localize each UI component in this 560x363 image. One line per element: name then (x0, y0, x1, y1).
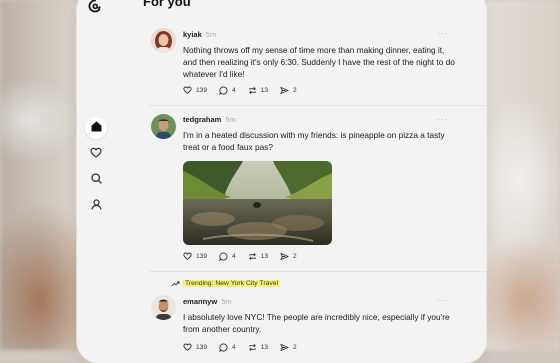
repost-count: 13 (260, 252, 269, 260)
post-text: I absolutely love NYC! The people are in… (183, 312, 450, 334)
send-icon (280, 252, 289, 260)
like-button[interactable]: 139 (183, 252, 207, 260)
username[interactable]: tedgraham (183, 115, 221, 124)
post-actions: 139 4 13 2 (183, 84, 309, 96)
like-count: 139 (196, 86, 208, 94)
threads-logo-icon[interactable] (88, 0, 102, 13)
share-count: 2 (293, 86, 297, 94)
post-text: I'm in a heated discussion with my frien… (183, 130, 445, 152)
avatar[interactable] (151, 114, 176, 139)
nav-home[interactable] (85, 117, 107, 139)
share-count: 2 (293, 343, 297, 351)
send-icon (280, 86, 289, 94)
reply-count: 4 (232, 252, 236, 260)
share-count: 2 (293, 252, 297, 260)
trending-label[interactable]: Trending: New York City Travel (171, 280, 281, 287)
comment-icon (219, 251, 228, 261)
repost-button[interactable]: 13 (248, 343, 268, 352)
divider (149, 271, 486, 272)
username[interactable]: emannyw (183, 297, 217, 306)
divider (149, 105, 486, 106)
feed: kyiak 5m ··· Nothing throws off my sense … (115, 0, 486, 363)
search-icon (90, 171, 102, 189)
comment-icon (219, 342, 228, 352)
nav-profile[interactable] (85, 195, 107, 217)
more-options-icon[interactable]: ··· (437, 296, 448, 305)
comment-icon (219, 85, 228, 95)
like-button[interactable]: 139 (183, 86, 207, 94)
home-icon (91, 119, 102, 137)
like-count: 139 (196, 343, 208, 351)
repost-icon (248, 252, 256, 260)
avatar[interactable] (151, 295, 176, 320)
heart-icon (90, 145, 102, 163)
username[interactable]: kyiak (183, 30, 202, 39)
heart-icon (183, 86, 192, 94)
person-icon (90, 197, 102, 215)
heart-icon (183, 252, 192, 260)
share-button[interactable]: 2 (280, 252, 297, 261)
avatar[interactable] (151, 28, 176, 53)
reply-button[interactable]: 4 (219, 342, 236, 352)
repost-button[interactable]: 13 (248, 252, 268, 261)
post-time: 5m (221, 297, 232, 306)
repost-count: 13 (260, 343, 269, 351)
post-author[interactable]: emannyw 5m (183, 297, 232, 306)
send-icon (280, 343, 289, 351)
trending-up-icon (171, 281, 180, 287)
repost-icon (248, 343, 256, 351)
reply-count: 4 (232, 343, 236, 351)
repost-button[interactable]: 13 (248, 86, 268, 95)
post-actions: 139 4 13 2 (183, 341, 309, 353)
nav-activity[interactable] (85, 143, 107, 165)
threads-window: For you kyiak 5m ··· Nothing throws off m… (77, 0, 486, 363)
post-time: 5m (225, 115, 236, 124)
repost-icon (248, 86, 256, 94)
reply-button[interactable]: 4 (219, 85, 236, 95)
post-time: 5m (205, 30, 217, 39)
post-author[interactable]: kyiak 5m (183, 30, 216, 39)
more-options-icon[interactable]: ··· (437, 29, 448, 38)
share-button[interactable]: 2 (280, 86, 297, 95)
more-options-icon[interactable]: ··· (437, 115, 448, 124)
sidebar-nav (77, 0, 115, 363)
reply-count: 4 (232, 86, 236, 94)
share-button[interactable]: 2 (280, 343, 297, 352)
post-image[interactable] (183, 161, 332, 245)
post-text: Nothing throws off my sense of time more… (183, 45, 455, 79)
post-author[interactable]: tedgraham 5m (183, 115, 236, 124)
reply-button[interactable]: 4 (219, 251, 236, 261)
nav-search[interactable] (85, 169, 107, 191)
like-count: 139 (196, 252, 208, 260)
trending-topic[interactable]: Trending: New York City Travel (183, 280, 281, 287)
repost-count: 13 (260, 86, 269, 94)
post-actions: 139 4 13 2 (183, 250, 309, 262)
